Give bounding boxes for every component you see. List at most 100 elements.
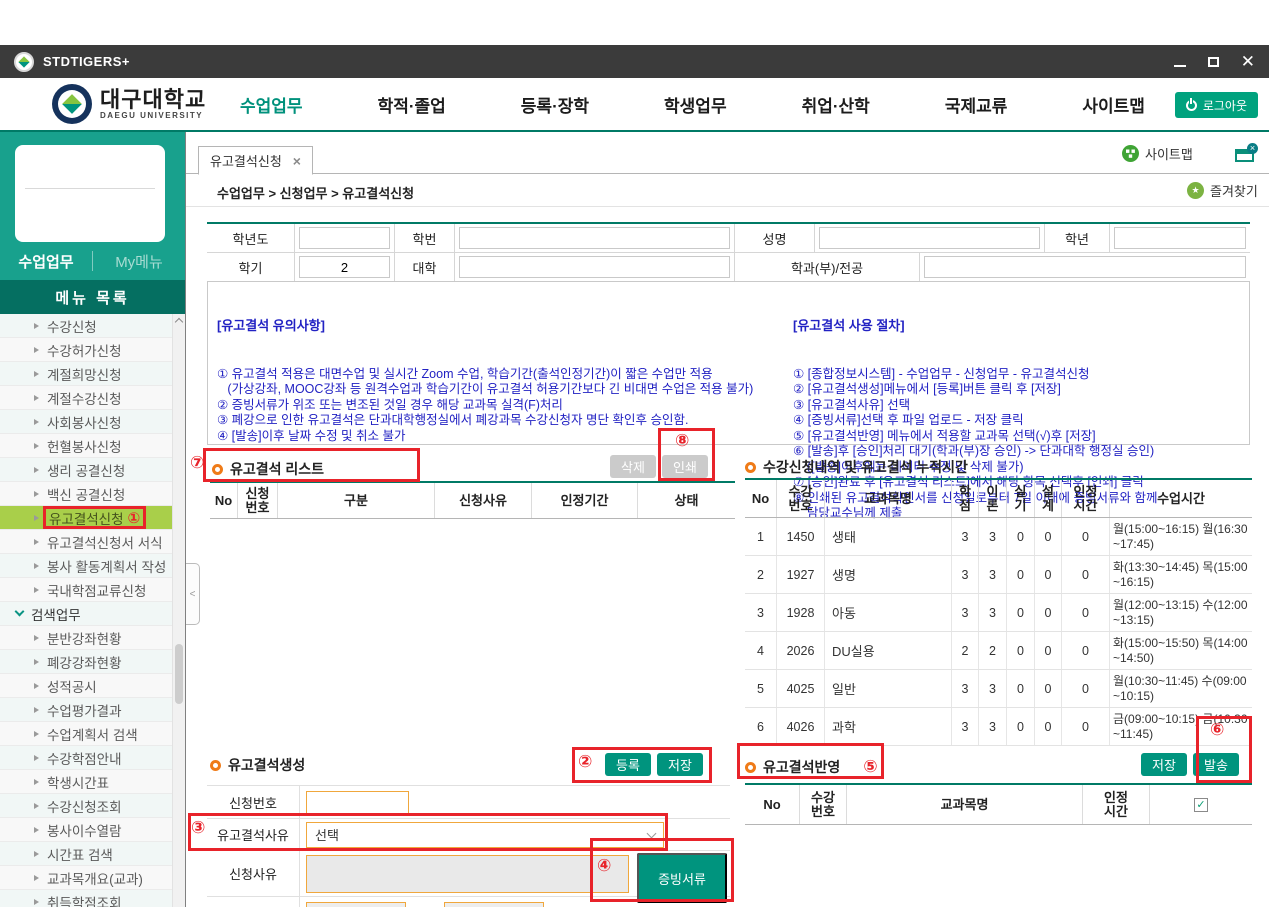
year-input[interactable] — [299, 227, 390, 249]
department-input[interactable] — [924, 256, 1246, 278]
sidebar-menu-item[interactable]: 취득학점조회 — [0, 890, 185, 907]
sidebar-menu-item[interactable]: 수강학점안내 — [0, 746, 185, 770]
sidebar-menu-item[interactable]: 사회봉사신청 — [0, 410, 185, 434]
reflection-save-button[interactable]: 저장 — [1141, 753, 1187, 776]
reason-type-select[interactable]: 선택 — [306, 822, 664, 848]
app-logo-icon — [14, 52, 34, 72]
nav-item[interactable]: 사이트맵 — [1082, 92, 1145, 117]
name-input[interactable] — [819, 227, 1040, 249]
sidebar-menu-item[interactable]: 폐강강좌현황 — [0, 650, 185, 674]
favorite-button[interactable]: ★ 즐겨찾기 — [1187, 181, 1258, 200]
menu-item-label: 취득학점조회 — [47, 892, 122, 907]
sidebar-menu-item[interactable]: 학생시간표 — [0, 770, 185, 794]
sidebar-menu-item[interactable]: 유고결석신청서 서식 — [0, 530, 185, 554]
column-header: No — [210, 483, 238, 518]
minimize-icon[interactable] — [1174, 65, 1186, 67]
print-button[interactable]: 인쇄 — [662, 455, 708, 478]
reason-label: 신청사유 — [207, 851, 300, 896]
semester-input[interactable] — [299, 256, 390, 278]
request-no-input[interactable] — [306, 791, 409, 814]
college-input[interactable] — [459, 256, 730, 278]
course-credit: 3 — [952, 556, 979, 593]
sidebar-menu-item[interactable]: 봉사 활동계획서 작성 — [0, 554, 185, 578]
course-practice: 0 — [1007, 670, 1035, 707]
college-label: 대학 — [395, 253, 455, 281]
tab-absence-request[interactable]: 유고결석신청 × — [198, 146, 313, 175]
notice-box: [유고결석 유의사항] ① 유고결석 적용은 대면수업 및 실시간 Zoom 수… — [207, 281, 1250, 445]
sidebar-menu-item[interactable]: 분반강좌현황 — [0, 626, 185, 650]
column-header: 수강 번호 — [777, 480, 825, 517]
sidebar-menu-item[interactable]: 생리 공결신청 — [0, 458, 185, 482]
close-icon[interactable]: ✕ — [1241, 55, 1255, 69]
course-theory: 3 — [979, 556, 1007, 593]
student-id-input[interactable] — [459, 227, 730, 249]
sidebar-menu-item[interactable]: 수강신청 — [0, 314, 185, 338]
orange-bullet-icon — [210, 760, 221, 771]
sidebar-menu-item[interactable]: 시간표 검색 — [0, 842, 185, 866]
course-code: 1927 — [777, 556, 825, 593]
tab-close-icon[interactable]: × — [293, 153, 301, 169]
sidebar-menu-item[interactable]: 성적공시 — [0, 674, 185, 698]
logout-button[interactable]: 로그아웃 — [1175, 92, 1258, 118]
menu-item-label: 수강신청조회 — [47, 796, 122, 816]
sidebar-menu-item[interactable]: 헌혈봉사신청 — [0, 434, 185, 458]
sidebar-menu-item[interactable]: 검색업무 — [0, 602, 185, 626]
sidebar-menu-item[interactable]: 교과목개요(교과) — [0, 866, 185, 890]
column-header: 수강 번호 — [800, 785, 847, 824]
breadcrumb-bar: 수업업무 > 신청업무 > 유고결석신청 ★ 즐겨찾기 — [186, 174, 1269, 207]
period-end-input[interactable] — [444, 902, 544, 907]
annotation-marker-3: ③ — [191, 818, 205, 838]
nav-item[interactable]: 학적·졸업 — [378, 92, 446, 117]
course-name: 생태 — [825, 518, 952, 555]
grade-input[interactable] — [1114, 227, 1246, 249]
close-all-tabs-icon[interactable] — [1235, 149, 1254, 162]
column-header: 설 계 — [1035, 480, 1062, 517]
user-info-card — [15, 145, 165, 242]
nav-item[interactable]: 취업·산학 — [802, 92, 870, 117]
notice-line: ③ 폐강으로 인한 유고결석은 단과대학행정실에서 폐강과목 수강신청자 명단 … — [217, 413, 787, 429]
save-button[interactable]: 저장 — [657, 753, 703, 776]
course-practice: 0 — [1007, 708, 1035, 745]
nav-item[interactable]: 국제교류 — [945, 92, 1008, 117]
nav-item[interactable]: 등록·장학 — [521, 92, 589, 117]
nav-item[interactable]: 수업업무 — [240, 92, 303, 117]
favorite-label: 즐겨찾기 — [1210, 181, 1258, 200]
menu-arrow-icon — [34, 539, 39, 545]
menu-item-label: 백신 공결신청 — [47, 484, 125, 504]
select-all-checkbox[interactable]: ✓ — [1194, 798, 1208, 812]
sidebar-collapse-handle[interactable]: < — [186, 563, 200, 625]
sidebar-menu-item[interactable]: 백신 공결신청 — [0, 482, 185, 506]
course-credit: 3 — [952, 594, 979, 631]
course-no: 3 — [745, 594, 777, 631]
menu-item-label: 교과목개요(교과) — [47, 868, 143, 888]
menu-arrow-icon — [34, 731, 39, 737]
register-button[interactable]: 등록 — [605, 753, 651, 776]
sidebar-menu-item[interactable]: 계절수강신청 — [0, 386, 185, 410]
sidebar-menu-item[interactable]: 수강허가신청 — [0, 338, 185, 362]
sidebar-tab-mymenu[interactable]: My메뉴 — [93, 251, 185, 272]
sidebar-menu-item[interactable]: 수강신청조회 — [0, 794, 185, 818]
maximize-icon[interactable] — [1208, 57, 1219, 67]
sidebar-scrollbar[interactable] — [172, 314, 185, 907]
delete-button[interactable]: 삭제 — [610, 455, 656, 478]
sidebar-menu-item[interactable]: 봉사이수열람 — [0, 818, 185, 842]
nav-item[interactable]: 학생업무 — [664, 92, 727, 117]
sidebar-menu-item[interactable]: 유고결석신청 ① — [0, 506, 185, 530]
course-theory: 3 — [979, 518, 1007, 555]
send-button[interactable]: 발송 — [1193, 753, 1239, 776]
column-header: 교과목명 — [825, 480, 952, 517]
sidebar-tab-work[interactable]: 수업업무 — [0, 251, 92, 272]
menu-item-label: 분반강좌현황 — [47, 628, 122, 648]
sidebar-menu-item[interactable]: 수업평가결과 — [0, 698, 185, 722]
reason-textarea[interactable] — [306, 855, 629, 893]
scrollbar-thumb[interactable] — [175, 644, 183, 704]
sidebar-menu-item[interactable]: 국내학점교류신청 — [0, 578, 185, 602]
evidence-button[interactable]: 증빙서류 — [637, 853, 727, 903]
course-code: 1928 — [777, 594, 825, 631]
sitemap-shortcut[interactable]: 사이트맵 — [1122, 144, 1193, 163]
scroll-up-icon[interactable] — [173, 319, 185, 333]
menu-item-label: 학생시간표 — [47, 772, 109, 792]
period-start-input[interactable] — [306, 902, 406, 907]
sidebar-menu-item[interactable]: 계절희망신청 — [0, 362, 185, 386]
sidebar-menu-item[interactable]: 수업계획서 검색 — [0, 722, 185, 746]
